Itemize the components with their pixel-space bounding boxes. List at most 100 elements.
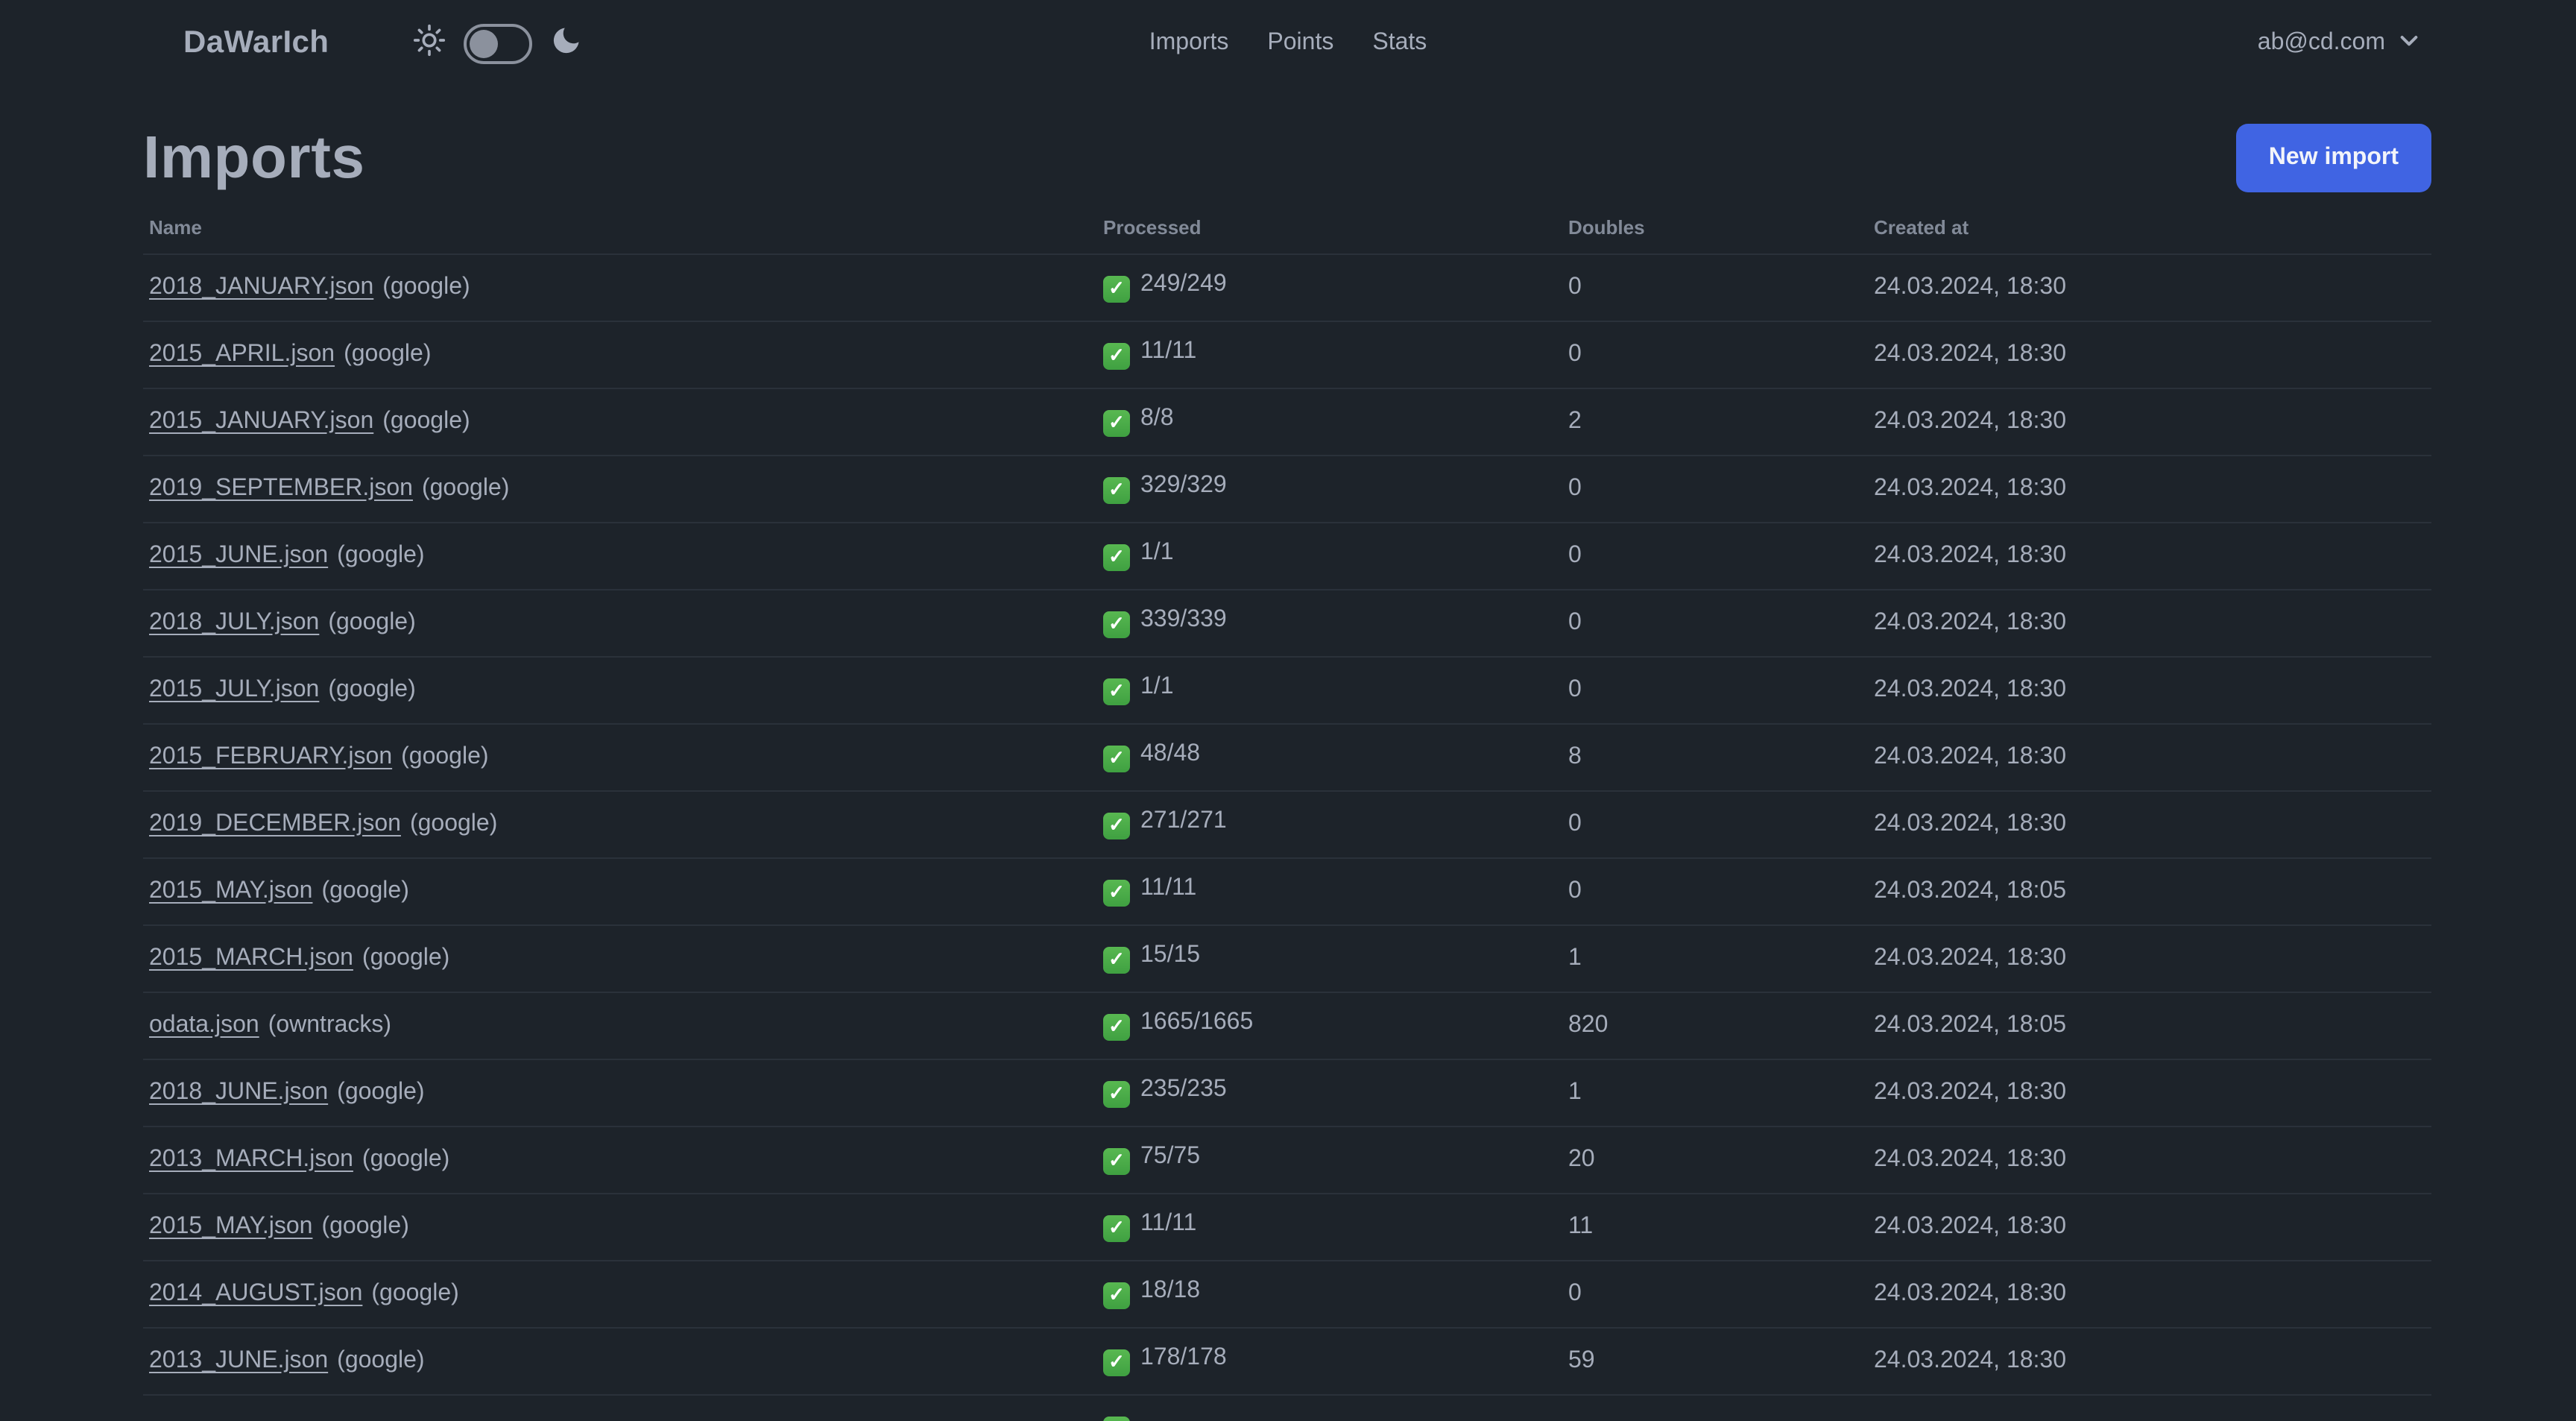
nav-item-points[interactable]: Points xyxy=(1267,30,1333,57)
check-icon: ✓ xyxy=(1103,1080,1130,1108)
created-at: 24.03.2024, 18:30 xyxy=(1868,1126,2431,1194)
import-source: (google) xyxy=(328,676,416,702)
doubles-count: 2 xyxy=(1562,388,1868,456)
import-file-link[interactable]: 2018_JANUARY.json xyxy=(149,274,373,299)
check-icon: ✓ xyxy=(1103,342,1130,370)
check-icon: ✓ xyxy=(1103,1013,1130,1041)
doubles-count: 1 xyxy=(1562,1059,1868,1127)
doubles-count: 0 xyxy=(1562,253,1868,321)
check-icon: ✓ xyxy=(1103,476,1130,504)
import-source: (google) xyxy=(337,1347,425,1373)
import-file-link[interactable]: 2015_JANUARY.json xyxy=(149,408,373,433)
table-row: 2015_MAY.json (google) ✓ 11/11 11 24.03.20… xyxy=(143,1193,2431,1261)
imports-table: Name Processed Doubles Created at 2018_J… xyxy=(143,203,2431,1421)
import-file-link[interactable]: 2015_JUNE.json xyxy=(149,542,328,567)
processed-count: 15/15 xyxy=(1140,942,1201,968)
table-row: 2015_JANUARY.json (google) ✓ 8/8 2 24.03.2… xyxy=(143,388,2431,456)
import-file-link[interactable]: 2013_MARCH.json xyxy=(149,1146,353,1171)
import-source: (google) xyxy=(382,408,470,433)
created-at: 24.03.2024, 18:30 xyxy=(1868,1260,2431,1328)
import-source: (owntracks) xyxy=(268,1012,392,1037)
created-at: 24.03.2024, 18:30 xyxy=(1868,1327,2431,1395)
nav-item-imports[interactable]: Imports xyxy=(1149,30,1229,57)
processed-count: 11/11 xyxy=(1140,875,1197,901)
doubles-count: 0 xyxy=(1562,455,1868,523)
processed-count: 11/11 xyxy=(1140,338,1197,365)
table-row: 2015_APRIL.json (google) ✓ 11/11 0 24.03.2… xyxy=(143,321,2431,388)
check-icon: ✓ xyxy=(1103,409,1130,437)
processed-count: 235/235 xyxy=(1140,1077,1227,1103)
import-source: (google) xyxy=(337,1079,425,1104)
processed-count: 249/249 xyxy=(1140,271,1227,297)
table-row: 2018_JULY.json (google) ✓ 339/339 0 24.03.… xyxy=(143,589,2431,657)
import-source: (google) xyxy=(362,945,450,970)
chevron-down-icon xyxy=(2397,28,2421,59)
toggle-knob xyxy=(469,29,498,57)
doubles-count xyxy=(1562,1394,1868,1421)
import-file-link[interactable]: 2015_MAY.json xyxy=(149,878,312,903)
processed-count: 329/329 xyxy=(1140,473,1227,499)
doubles-count: 59 xyxy=(1562,1327,1868,1395)
import-file-link[interactable]: 2015_JULY.json xyxy=(149,676,319,702)
account-menu[interactable]: ab@cd.com xyxy=(2258,28,2421,59)
check-icon: ✓ xyxy=(1103,678,1130,705)
processed-count: 1/1 xyxy=(1140,674,1174,700)
table-row: 2015_MARCH.json (google) ✓ 15/15 1 24.03.2… xyxy=(143,924,2431,992)
new-import-button[interactable]: New import xyxy=(2235,124,2431,192)
import-file-link[interactable]: 2015_FEBRUARY.json xyxy=(149,743,392,769)
processed-count: 339/339 xyxy=(1140,607,1227,633)
created-at: 24.03.2024, 18:30 xyxy=(1868,388,2431,456)
column-header-created-at: Created at xyxy=(1868,203,2431,254)
created-at: 24.03.2024, 18:30 xyxy=(1868,455,2431,523)
doubles-count: 0 xyxy=(1562,1260,1868,1328)
created-at: 24.03.2024, 18:30 xyxy=(1868,656,2431,724)
table-row: ✓ xyxy=(143,1394,2431,1421)
check-icon: ✓ xyxy=(1103,946,1130,974)
created-at: 24.03.2024, 18:30 xyxy=(1868,924,2431,992)
import-file-link[interactable]: 2019_SEPTEMBER.json xyxy=(149,475,413,500)
table-row: 2019_DECEMBER.json (google) ✓ 271/271 0 24… xyxy=(143,790,2431,858)
doubles-count: 8 xyxy=(1562,723,1868,791)
check-icon: ✓ xyxy=(1103,745,1130,772)
import-file-link[interactable]: 2015_MARCH.json xyxy=(149,945,353,970)
table-row: 2013_MARCH.json (google) ✓ 75/75 20 24.03.… xyxy=(143,1126,2431,1194)
import-source: (google) xyxy=(321,1213,409,1238)
table-header-row: Name Processed Doubles Created at xyxy=(143,203,2431,254)
theme-toggle[interactable] xyxy=(463,23,532,63)
import-file-link[interactable]: odata.json xyxy=(149,1012,259,1037)
import-file-link[interactable]: 2014_AUGUST.json xyxy=(149,1280,362,1305)
processed-count: 18/18 xyxy=(1140,1278,1201,1304)
processed-count: 271/271 xyxy=(1140,808,1227,834)
doubles-count: 0 xyxy=(1562,522,1868,590)
check-icon: ✓ xyxy=(1103,543,1130,571)
doubles-count: 0 xyxy=(1562,857,1868,925)
imports-page: Imports New import Name Processed Double… xyxy=(0,122,2576,1421)
column-header-name: Name xyxy=(143,203,1097,254)
imports-table-body: 2018_JANUARY.json (google) ✓ 249/249 0 24.… xyxy=(143,253,2431,1421)
created-at: 24.03.2024, 18:30 xyxy=(1868,1059,2431,1127)
account-email: ab@cd.com xyxy=(2257,30,2385,55)
check-icon: ✓ xyxy=(1103,611,1130,638)
processed-count: 11/11 xyxy=(1140,1211,1197,1237)
import-file-link[interactable]: 2013_JUNE.json xyxy=(149,1347,328,1373)
import-source: (google) xyxy=(371,1280,459,1305)
column-header-doubles: Doubles xyxy=(1562,203,1868,254)
processed-count: 8/8 xyxy=(1140,406,1174,432)
app-logo[interactable]: DaWarIch xyxy=(183,25,329,61)
nav-item-stats[interactable]: Stats xyxy=(1372,30,1427,57)
created-at: 24.03.2024, 18:05 xyxy=(1868,857,2431,925)
table-row: 2015_FEBRUARY.json (google) ✓ 48/48 8 24.0… xyxy=(143,723,2431,791)
import-file-link[interactable]: 2015_APRIL.json xyxy=(149,341,335,366)
table-row: 2013_JUNE.json (google) ✓ 178/178 59 24.03… xyxy=(143,1327,2431,1395)
created-at: 24.03.2024, 18:30 xyxy=(1868,1193,2431,1261)
table-row: 2018_JANUARY.json (google) ✓ 249/249 0 24.… xyxy=(143,253,2431,321)
import-file-link[interactable]: 2018_JUNE.json xyxy=(149,1079,328,1104)
import-file-link[interactable]: 2019_DECEMBER.json xyxy=(149,810,401,836)
import-file-link[interactable]: 2015_MAY.json xyxy=(149,1213,312,1238)
check-icon: ✓ xyxy=(1103,1282,1130,1309)
moon-icon xyxy=(549,23,582,63)
page-title: Imports xyxy=(143,125,365,190)
import-file-link[interactable]: 2018_JULY.json xyxy=(149,609,319,634)
import-source: (google) xyxy=(421,475,510,500)
doubles-count: 0 xyxy=(1562,321,1868,388)
